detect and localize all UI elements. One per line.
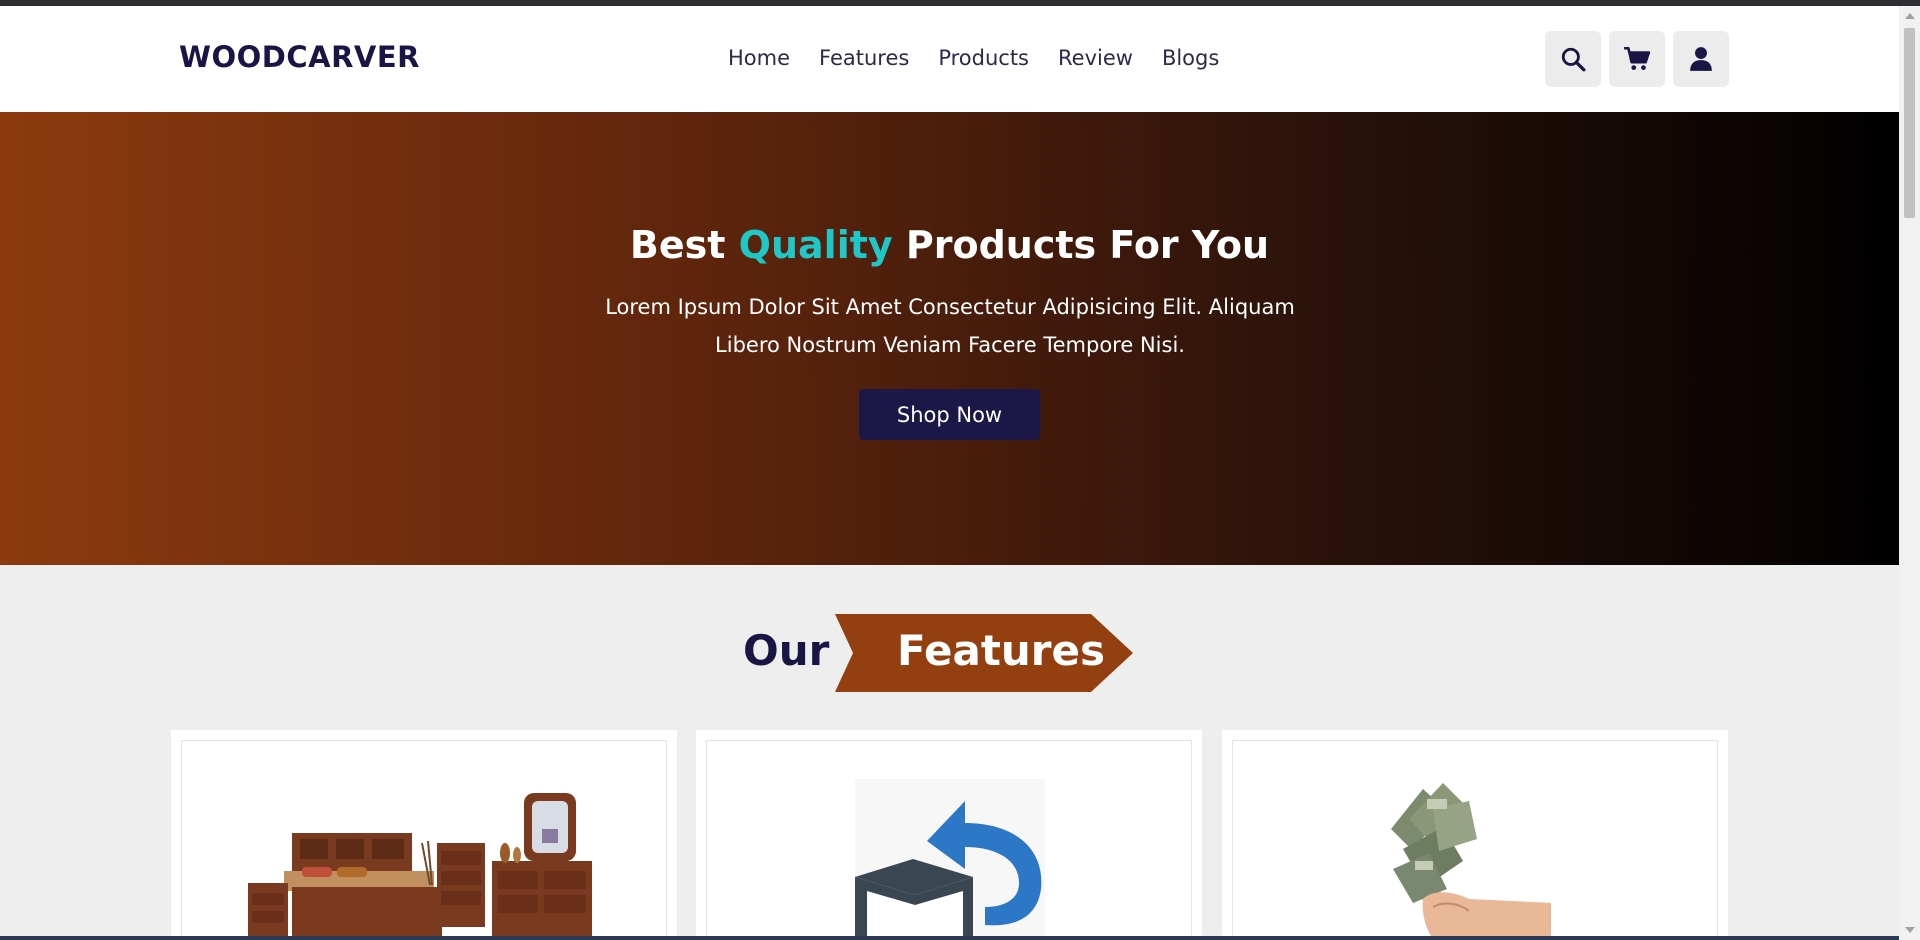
page-scrollbar[interactable] [1899, 6, 1920, 940]
scroll-down-arrow-icon[interactable] [1905, 927, 1915, 933]
account-button[interactable] [1673, 31, 1729, 87]
user-icon [1690, 47, 1712, 71]
features-heading-tag-text: Features [897, 626, 1105, 675]
cart-button[interactable] [1609, 31, 1665, 87]
hero-banner: Best Quality Products For You Lorem Ipsu… [0, 112, 1899, 565]
return-box-icon [855, 779, 1045, 940]
site-logo[interactable]: WOODCARVER [179, 40, 420, 74]
header-icons [1545, 31, 1729, 87]
shop-now-button[interactable]: Shop Now [859, 389, 1040, 440]
feature-card-inner [181, 740, 667, 940]
window-bottom-strip [0, 936, 1899, 940]
features-heading-plain: Our [743, 626, 830, 675]
hero-title-start: Best [629, 223, 726, 267]
feature-card[interactable] [171, 730, 677, 940]
nav-item-review[interactable]: Review [1058, 46, 1133, 70]
scrollbar-thumb[interactable] [1904, 28, 1915, 218]
feature-card[interactable] [696, 730, 1202, 940]
site-header: WOODCARVER Home Features Products Review… [0, 6, 1899, 112]
features-heading-tag: Features [835, 614, 1133, 692]
cart-icon [1624, 46, 1651, 70]
nav-item-home[interactable]: Home [728, 46, 790, 70]
hero-title-end: Products For You [905, 223, 1270, 267]
hero-title: Best Quality Products For You [0, 223, 1899, 267]
bedroom-furniture-image [248, 793, 592, 940]
nav-item-blogs[interactable]: Blogs [1162, 46, 1219, 70]
hero-description: Lorem Ipsum Dolor Sit Amet Consectetur A… [605, 295, 1295, 357]
features-cards [171, 730, 1728, 940]
feature-card-inner [706, 740, 1192, 940]
hero-title-accent: Quality [738, 223, 893, 267]
money-hand-image [1391, 783, 1573, 940]
search-icon [1561, 47, 1586, 72]
feature-card-inner [1232, 740, 1718, 940]
nav-item-features[interactable]: Features [819, 46, 909, 70]
search-button[interactable] [1545, 31, 1601, 87]
scroll-up-arrow-icon[interactable] [1905, 13, 1915, 19]
main-nav: Home Features Products Review Blogs [728, 46, 1219, 70]
nav-item-products[interactable]: Products [938, 46, 1029, 70]
features-heading: Our Features [0, 614, 1899, 692]
feature-card[interactable] [1222, 730, 1728, 940]
